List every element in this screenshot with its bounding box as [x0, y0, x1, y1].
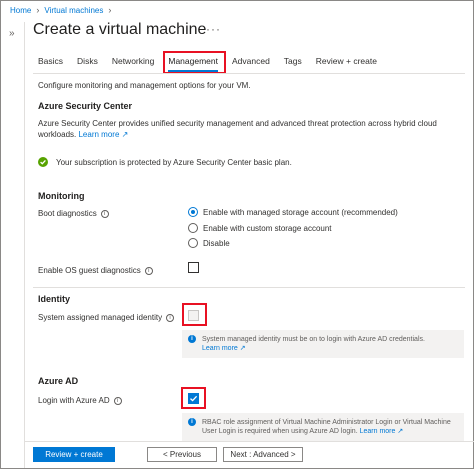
check-circle-icon: [38, 157, 48, 167]
tab-disks[interactable]: Disks: [77, 56, 98, 72]
breadcrumb-virtual-machines[interactable]: Virtual machines: [44, 6, 103, 15]
security-center-description: Azure Security Center provides unified s…: [38, 119, 437, 139]
previous-button[interactable]: < Previous: [147, 447, 217, 462]
external-link-icon: ↗: [397, 428, 404, 435]
tab-review-create[interactable]: Review + create: [316, 56, 377, 72]
highlight-azure-ad-login: [181, 387, 206, 409]
security-status: Your subscription is protected by Azure …: [38, 157, 292, 167]
info-icon: i: [188, 335, 196, 343]
boot-option-disable[interactable]: Disable: [188, 238, 230, 248]
review-create-button[interactable]: Review + create: [33, 447, 115, 462]
identity-info-box: i System managed identity must be on to …: [182, 330, 464, 358]
boot-radio-disable[interactable]: [188, 238, 198, 248]
expand-sidebar-icon[interactable]: »: [9, 28, 15, 39]
section-divider: [33, 287, 465, 288]
azure-ad-heading: Azure AD: [38, 376, 79, 386]
azure-ad-info-box: i RBAC role assignment of Virtual Machin…: [182, 413, 464, 441]
sidebar-divider: [24, 22, 25, 468]
boot-option-label: Enable with custom storage account: [203, 223, 332, 233]
chevron-right-icon: ›: [36, 5, 40, 15]
external-link-icon: ↗: [121, 130, 129, 139]
security-center-heading: Azure Security Center: [38, 101, 133, 111]
boot-radio-custom[interactable]: [188, 223, 198, 233]
boot-radio-managed[interactable]: [188, 207, 198, 217]
breadcrumb-home[interactable]: Home: [10, 6, 31, 15]
azure-ad-learn-more[interactable]: Learn more ↗: [360, 428, 404, 435]
os-guest-diagnostics-label: Enable OS guest diagnostics i: [38, 266, 153, 275]
more-options-icon[interactable]: ···: [206, 22, 221, 36]
intro-text: Configure monitoring and management opti…: [38, 81, 251, 90]
identity-learn-more[interactable]: Learn more ↗: [202, 345, 246, 352]
monitoring-heading: Monitoring: [38, 191, 85, 201]
chevron-right-icon: ›: [108, 5, 112, 15]
managed-identity-label: System assigned managed identity i: [38, 313, 175, 322]
tab-basics[interactable]: Basics: [38, 56, 63, 72]
info-icon[interactable]: i: [100, 209, 109, 218]
highlight-managed-identity: [182, 303, 207, 326]
external-link-icon: ↗: [239, 345, 246, 352]
info-icon: i: [188, 418, 196, 426]
boot-option-label: Enable with managed storage account (rec…: [203, 207, 398, 217]
security-center-learn-more[interactable]: Learn more ↗: [78, 130, 128, 139]
info-icon[interactable]: i: [113, 396, 122, 405]
info-icon[interactable]: i: [166, 313, 175, 322]
boot-diagnostics-label: Boot diagnostics i: [38, 209, 109, 218]
boot-option-managed[interactable]: Enable with managed storage account (rec…: [188, 207, 398, 217]
info-icon[interactable]: i: [144, 266, 153, 275]
tab-networking[interactable]: Networking: [112, 56, 155, 72]
azure-ad-login-label: Login with Azure AD i: [38, 396, 122, 405]
highlight-management-tab: [163, 51, 226, 74]
page-title: Create a virtual machine: [33, 21, 207, 38]
tab-tags[interactable]: Tags: [284, 56, 302, 72]
footer-divider: [24, 441, 474, 442]
breadcrumb: Home › Virtual machines ›: [10, 5, 111, 15]
identity-heading: Identity: [38, 294, 71, 304]
boot-option-custom[interactable]: Enable with custom storage account: [188, 223, 332, 233]
os-guest-diagnostics-checkbox[interactable]: [188, 262, 199, 273]
tab-divider: [33, 73, 465, 74]
next-advanced-button[interactable]: Next : Advanced >: [223, 447, 303, 462]
tab-advanced[interactable]: Advanced: [232, 56, 270, 72]
security-status-text: Your subscription is protected by Azure …: [56, 157, 292, 167]
boot-option-label: Disable: [203, 238, 230, 248]
